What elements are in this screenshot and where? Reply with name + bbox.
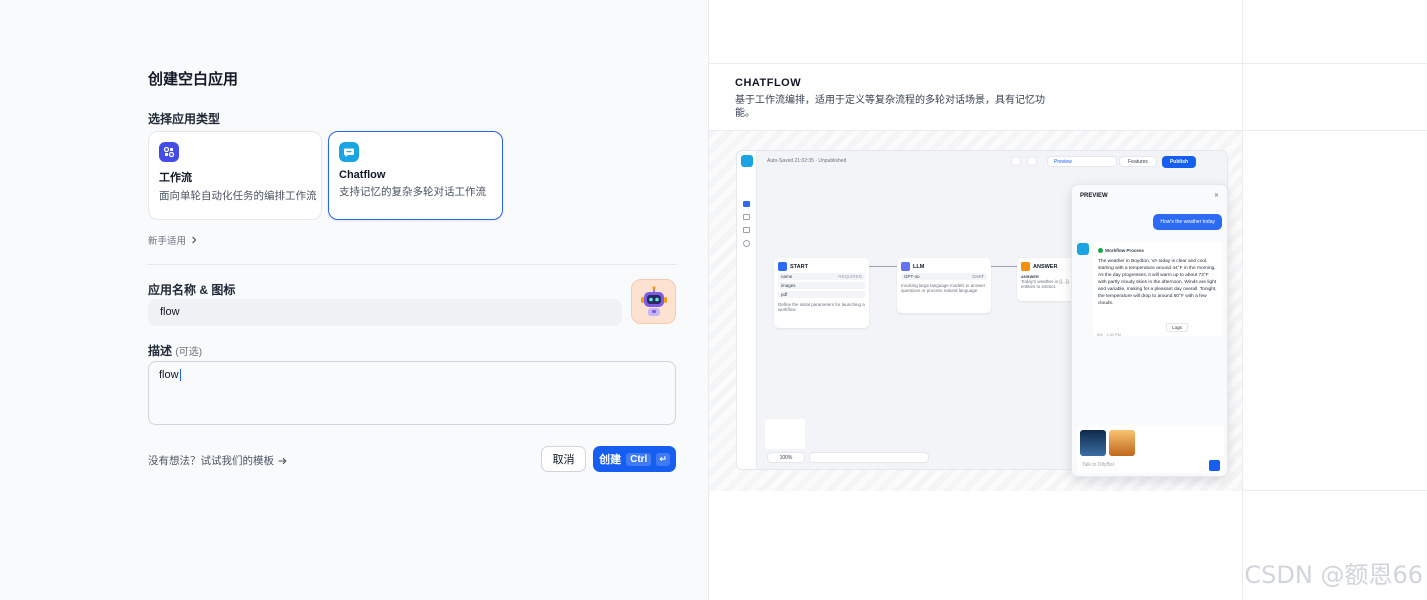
mock-workflow-process: Workflow Process bbox=[1105, 248, 1144, 253]
mock-answer-node: ANSWER ANSWER Today's weather is {{...}}… bbox=[1017, 258, 1077, 301]
app-type-title: 工作流 bbox=[159, 172, 192, 184]
mock-sidebar bbox=[737, 151, 757, 469]
app-type-title: Chatflow bbox=[339, 169, 386, 181]
mock-chat-input: Talk to DifyBot bbox=[1077, 425, 1224, 473]
start-var-row: pdf bbox=[778, 291, 865, 298]
answer-node-title: ANSWER bbox=[1033, 263, 1058, 270]
start-var-name: images bbox=[781, 283, 796, 288]
grid-line bbox=[709, 63, 1427, 64]
shortcut-ctrl: Ctrl bbox=[626, 452, 652, 466]
preview-type-title: CHATFLOW bbox=[735, 77, 802, 89]
app-type-card-workflow[interactable]: 工作流 面向单轮自动化任务的编排工作流 bbox=[148, 131, 322, 220]
app-type-preview-panel: CHATFLOW 基于工作流编排，适用于定义等复杂流程的多轮对话场景，具有记忆功… bbox=[708, 0, 1427, 600]
mock-message-time: 5/8 · 1:30 PM bbox=[1097, 332, 1122, 337]
mock-nav-icon bbox=[743, 227, 750, 233]
start-node-desc: Define the initial parameters for launch… bbox=[778, 302, 865, 312]
llm-node-title: LLM bbox=[913, 263, 925, 270]
csdn-watermark: CSDN @额恩66 bbox=[1244, 561, 1423, 589]
mock-publish-label: Publish bbox=[1169, 159, 1189, 165]
preview-type-desc: 基于工作流编排，适用于定义等复杂流程的多轮对话场景，具有记忆功能。 bbox=[735, 95, 1045, 119]
description-value: flow bbox=[159, 369, 179, 381]
mock-nav-icon bbox=[743, 201, 750, 207]
description-textarea[interactable]: flow bbox=[148, 361, 676, 425]
mock-zoom-control: 100% bbox=[767, 452, 805, 463]
robot-avatar-icon[interactable] bbox=[631, 279, 676, 324]
llm-model-name: GPT-4o bbox=[904, 274, 920, 279]
page-title: 创建空白应用 bbox=[148, 71, 239, 88]
app-type-label: 选择应用类型 bbox=[148, 112, 221, 126]
mock-edge bbox=[991, 266, 1017, 267]
enter-key-icon: ↵ bbox=[656, 452, 670, 466]
description-label-text: 描述 bbox=[148, 344, 173, 358]
mock-features-button: Features bbox=[1119, 156, 1157, 167]
mock-image-thumb bbox=[1109, 430, 1135, 456]
start-node-title: START bbox=[790, 263, 808, 270]
app-name-input[interactable]: flow bbox=[148, 299, 622, 326]
mock-canvas-toolbar bbox=[809, 452, 929, 463]
app-type-card-chatflow[interactable]: Chatflow 支持记忆的复杂多轮对话工作流 bbox=[328, 131, 503, 220]
template-link-label: 没有想法？试试我们的模板 bbox=[148, 455, 274, 467]
start-var-name: pdf bbox=[781, 292, 788, 297]
success-dot-icon bbox=[1098, 248, 1103, 253]
mock-nav-icon bbox=[743, 214, 750, 220]
mock-user-message: How's the weather today bbox=[1153, 214, 1222, 230]
create-button[interactable]: 创建 Ctrl ↵ bbox=[593, 446, 676, 472]
try-template-link[interactable]: 没有想法？试试我们的模板 bbox=[148, 453, 287, 468]
optional-hint: (可选) bbox=[175, 347, 203, 358]
mock-toolbar-icon bbox=[1011, 156, 1021, 166]
mock-start-node: START name REQUIRED images pdf Define the… bbox=[774, 258, 869, 328]
grid-line bbox=[1242, 0, 1243, 600]
app-type-desc: 支持记忆的复杂多轮对话工作流 bbox=[339, 186, 486, 198]
workflow-icon bbox=[159, 142, 179, 162]
mock-toolbar-icon bbox=[1027, 156, 1037, 166]
start-var-name: name bbox=[781, 274, 793, 279]
mock-bot-message: Workflow Process The weather in Boydton,… bbox=[1093, 242, 1223, 336]
answer-node-icon bbox=[1021, 262, 1030, 271]
mock-edge bbox=[869, 266, 897, 267]
mock-preview-button: Preview bbox=[1047, 156, 1117, 167]
description-label: 描述 (可选) bbox=[148, 342, 202, 359]
start-var-row: name REQUIRED bbox=[778, 273, 865, 280]
create-form-panel: 创建空白应用 选择应用类型 工作流 面向单轮自动化任务的编排工作流 Chatfl… bbox=[0, 0, 708, 600]
mock-features-label: Features bbox=[1128, 158, 1148, 165]
mock-preview-title: PREVIEW bbox=[1080, 193, 1108, 199]
chevron-right-icon bbox=[192, 236, 197, 244]
close-icon: ✕ bbox=[1213, 193, 1219, 199]
llm-node-icon bbox=[901, 262, 910, 271]
send-icon bbox=[1209, 460, 1220, 471]
mock-preview-label: Preview bbox=[1054, 158, 1072, 165]
mock-logs-button: Logs bbox=[1166, 323, 1188, 332]
app-name-label: 应用名称 & 图标 bbox=[148, 283, 236, 297]
text-caret bbox=[179, 369, 181, 382]
mock-minimap bbox=[765, 419, 805, 449]
llm-mode: CHAT bbox=[972, 274, 984, 279]
llm-node-desc: Invoking large language models to answer… bbox=[901, 283, 986, 293]
create-button-label: 创建 bbox=[599, 454, 622, 466]
mock-chat-preview: PREVIEW ✕ How's the weather today Workfl… bbox=[1071, 184, 1228, 477]
start-var-tag: REQUIRED bbox=[838, 274, 862, 279]
answer-text: Today's weather is {{...}} entities to e… bbox=[1021, 279, 1069, 289]
mock-bot-text: The weather in Boydton, VA today is clea… bbox=[1098, 259, 1217, 306]
start-var-row: images bbox=[778, 282, 865, 289]
chatflow-icon bbox=[339, 142, 359, 162]
mock-logs-label: Logs bbox=[1172, 325, 1182, 330]
mock-chat-placeholder: Talk to DifyBot bbox=[1082, 462, 1114, 468]
mock-app-icon bbox=[741, 155, 753, 167]
llm-model-row: GPT-4o CHAT bbox=[901, 273, 987, 280]
guide-link-label: 新手适用 bbox=[148, 236, 187, 247]
mock-zoom-value: 100% bbox=[779, 454, 793, 461]
mock-llm-node: LLM GPT-4o CHAT Invoking large language m… bbox=[897, 258, 991, 313]
mock-autosave-status: Auto-Saved 21:02:35 · Unpublished bbox=[767, 158, 847, 164]
mock-image-thumb bbox=[1080, 430, 1106, 456]
mock-bot-avatar bbox=[1077, 243, 1089, 255]
start-node-icon bbox=[778, 262, 787, 271]
beginner-guide-link[interactable]: 新手适用 bbox=[148, 233, 198, 247]
mock-publish-button: Publish bbox=[1162, 156, 1196, 168]
mock-nav-icon bbox=[743, 240, 750, 247]
divider bbox=[148, 264, 676, 265]
cancel-button[interactable]: 取消 bbox=[541, 446, 586, 472]
app-type-desc: 面向单轮自动化任务的编排工作流 bbox=[159, 190, 317, 202]
arrow-right-icon bbox=[278, 457, 287, 464]
